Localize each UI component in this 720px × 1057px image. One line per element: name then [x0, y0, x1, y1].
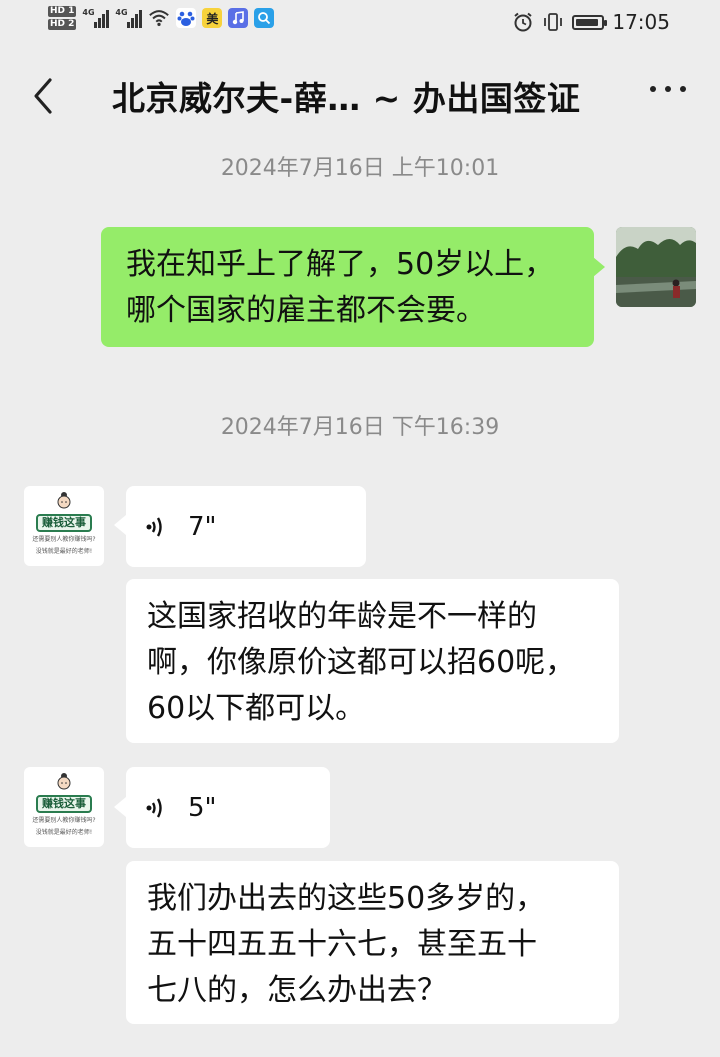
bubble-tail [593, 257, 605, 277]
music-app-icon [228, 8, 249, 28]
signal-2-icon: 4G [115, 8, 143, 28]
search-app-icon [254, 8, 275, 28]
battery-fill [576, 18, 598, 26]
status-right: 17:05 [512, 10, 670, 34]
wifi-icon [149, 10, 170, 27]
self-message-bubble[interactable]: 我在知乎上了解了，50岁以上， 哪个国家的雇主都不会要。 [101, 227, 594, 347]
message-line: 我在知乎上了解了，50岁以上， [126, 247, 555, 282]
message-line: 这国家招收的年龄是不一样的 [147, 599, 537, 634]
self-avatar[interactable] [616, 227, 696, 307]
baidu-app-icon [176, 8, 197, 28]
signal-1-icon: 4G [82, 8, 110, 28]
message-line: 我们办出去的这些50多岁的， [147, 881, 546, 916]
message-timestamp: 2024年7月16日 下午16:39 [220, 415, 500, 440]
avatar-subtext: 还需要别人教你赚钱吗? [32, 817, 96, 824]
hd-indicator: HD 1 HD 2 [48, 6, 77, 30]
avatar-banner: 赚钱这事 [36, 795, 92, 813]
message-line: 哪个国家的雇主都不会要。 [126, 293, 486, 328]
meituan-label: 美 [206, 11, 219, 26]
voice-message-bubble[interactable]: 7" [126, 486, 366, 567]
contact-avatar[interactable]: 赚钱这事 还需要别人教你赚钱吗? 没钱就是最好的老师! [24, 767, 104, 847]
bubble-tail [114, 515, 126, 535]
status-left: HD 1 HD 2 4G 4G 美 [48, 6, 275, 30]
message-line: 七八的，怎么办出去？ [147, 973, 447, 1008]
sim1-label: HD 1 [48, 6, 77, 17]
sim2-label: HD 2 [48, 19, 77, 30]
battery-icon [572, 14, 608, 30]
avatar-subtext: 没钱就是最好的老师! [35, 548, 93, 555]
message-line: 啊，你像原价这都可以招60呢， [147, 645, 576, 680]
contact-avatar[interactable]: 赚钱这事 还需要别人教你赚钱吗? 没钱就是最好的老师! [24, 486, 104, 566]
status-bar: HD 1 HD 2 4G 4G 美 17:05 [0, 0, 720, 46]
message-timestamp: 2024年7月16日 上午10:01 [220, 156, 500, 181]
net1-label: 4G [82, 8, 95, 17]
chat-header: 北京威尔夫-薛… ~ 办出国签证 [0, 50, 720, 140]
avatar-subtext: 没钱就是最好的老师! [35, 829, 93, 836]
chat-title: 北京威尔夫-薛… ~ 办出国签证 [112, 79, 581, 118]
voice-message-bubble[interactable]: 5" [126, 767, 330, 848]
voice-duration: 7" [188, 511, 217, 542]
avatar-subtext: 还需要别人教你赚钱吗? [32, 536, 96, 543]
net2-label: 4G [115, 8, 128, 17]
contact-message-bubble[interactable]: 这国家招收的年龄是不一样的 啊，你像原价这都可以招60呢， 60以下都可以。 [126, 579, 619, 743]
message-line: 60以下都可以。 [147, 691, 366, 726]
clock: 17:05 [612, 10, 670, 34]
back-arrow-icon[interactable] [26, 74, 66, 118]
voice-duration: 5" [188, 792, 217, 823]
message-line: 五十四五五十六七，甚至五十 [147, 927, 537, 962]
contact-message-bubble[interactable]: 我们办出去的这些50多岁的， 五十四五五十六七，甚至五十 七八的，怎么办出去？ [126, 861, 619, 1024]
vibrate-icon [544, 13, 563, 31]
meituan-app-icon: 美 [202, 8, 223, 28]
more-options-icon[interactable] [650, 86, 686, 92]
avatar-banner: 赚钱这事 [36, 514, 92, 532]
avatar-cartoon-icon [57, 492, 71, 509]
alarm-icon [514, 12, 532, 32]
voice-wave-icon [146, 797, 162, 818]
avatar-cartoon-icon [57, 773, 71, 790]
voice-wave-icon [146, 516, 162, 537]
bubble-tail [114, 797, 126, 817]
